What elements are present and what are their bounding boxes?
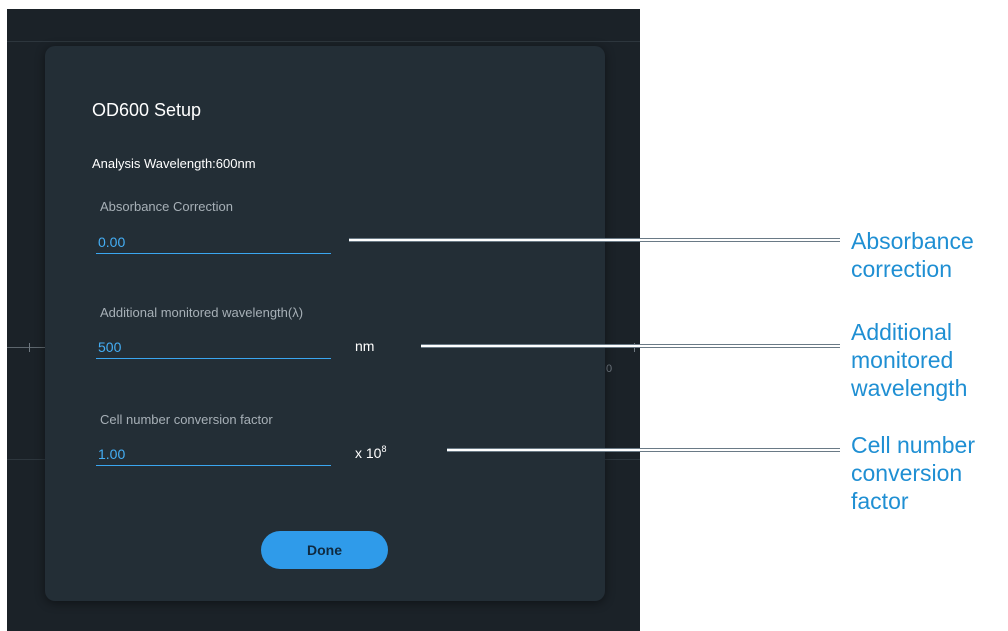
callout-line-wavelength bbox=[421, 344, 840, 348]
dialog-title: OD600 Setup bbox=[92, 100, 202, 120]
absorbance-correction-label: Absorbance Correction bbox=[100, 199, 233, 214]
cell-conversion-unit-label: x 108 bbox=[355, 444, 387, 461]
unit-base: x 10 bbox=[355, 445, 382, 461]
analysis-wavelength-label: Analysis Wavelength:600nm bbox=[92, 156, 256, 171]
callout-text-line: correction bbox=[851, 256, 952, 282]
callout-additional-wavelength: Additional monitored wavelength bbox=[851, 318, 967, 402]
callout-text-line: factor bbox=[851, 488, 909, 514]
callout-text-line: Absorbance bbox=[851, 228, 974, 254]
callout-absorbance-correction: Absorbance correction bbox=[851, 227, 974, 283]
callout-text-line: wavelength bbox=[851, 375, 968, 401]
wavelength-unit-label: nm bbox=[355, 338, 375, 354]
background-axis-tick bbox=[29, 343, 30, 352]
absorbance-correction-input[interactable] bbox=[96, 230, 331, 254]
additional-wavelength-input[interactable] bbox=[96, 335, 331, 359]
additional-wavelength-label: Additional monitored wavelength(λ) bbox=[100, 305, 304, 320]
callout-cell-number-conversion: Cell number conversion factor bbox=[851, 431, 975, 515]
callout-line-cell-number bbox=[447, 448, 840, 452]
background-axis-label: 0 bbox=[606, 363, 613, 375]
od600-setup-dialog: OD600 Setup Analysis Wavelength:600nm Ab… bbox=[45, 46, 605, 601]
callout-text-line: Additional bbox=[851, 319, 953, 345]
background-divider-top bbox=[7, 41, 640, 42]
callout-text-line: Cell number bbox=[851, 432, 975, 458]
callout-line-absorbance bbox=[349, 238, 840, 242]
cell-conversion-input[interactable] bbox=[96, 442, 331, 466]
callout-text-line: conversion bbox=[851, 460, 963, 486]
unit-exponent: 8 bbox=[381, 444, 387, 454]
done-button[interactable]: Done bbox=[261, 531, 388, 569]
cell-conversion-label: Cell number conversion factor bbox=[100, 412, 273, 427]
callout-text-line: monitored bbox=[851, 347, 954, 373]
